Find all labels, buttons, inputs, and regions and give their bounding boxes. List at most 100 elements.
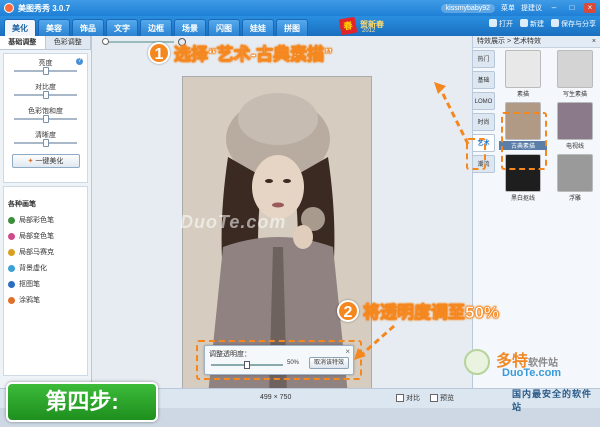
compare-button[interactable]: 对比 [396,393,420,403]
effect-label: 电视线 [565,144,584,150]
effect-category[interactable]: LOMO [473,92,495,110]
annotation-step-2: 2 将透明度调至50% [337,298,499,323]
effect-category[interactable]: 热门 [473,50,495,68]
opacity-value: 50% [287,360,300,366]
opacity-slider-thumb[interactable] [244,361,250,369]
effect-preview [557,50,593,88]
effect-label: 黑白抠线 [510,196,535,202]
menu-link[interactable]: 菜单 [501,3,515,13]
brush-item[interactable]: 涂鸦笔 [8,295,83,305]
magic-wand-icon: ✦ [27,158,34,165]
new-button[interactable]: 新建 [520,19,544,29]
save-share-button[interactable]: 保存与分享 [551,19,596,29]
effect-preview [557,102,593,140]
effect-category[interactable]: 基础 [473,71,495,89]
feedback-link[interactable]: 提建议 [521,3,542,13]
effect-thumbnail[interactable]: 浮雕 [551,154,599,202]
tab-text[interactable]: 文字 [106,19,138,36]
plus-icon [520,19,528,27]
adjust-slider[interactable] [14,139,77,147]
tab-scene[interactable]: 场景 [174,19,206,36]
open-button[interactable]: 打开 [489,19,513,29]
step-badge: 第四步: [6,382,158,422]
annotation-text: 将透明度调至50% [363,303,500,323]
folder-icon [489,19,497,27]
brush-icon [8,216,15,224]
brush-icon [8,296,15,304]
adjust-slider[interactable] [14,67,77,75]
adjust-panel: ? 亮度 对比度 色彩饱和度 清晰度 ✦ 一键美化 [3,53,88,183]
effect-label: 素描 [516,92,529,98]
banner-year: 2012 [362,28,376,34]
title-bar: 美图秀秀 3.0.7 kissmybaby92 菜单 提建议 – □ × [0,0,600,16]
brush-item[interactable]: 局部马赛克 [8,247,83,257]
brush-item[interactable]: 抠图笔 [8,279,83,289]
close-button[interactable]: × [584,3,596,13]
site-logo: 多特软件站 DuoTe.com 国内最安全的软件站 [462,345,596,412]
brush-icon [8,232,15,240]
tab-makeup[interactable]: 美容 [38,19,70,36]
help-icon[interactable]: ? [76,58,83,65]
tab-basic-adjust[interactable]: 基础调整 [0,36,46,49]
brush-icon [8,248,15,256]
arrow-to-dialog [354,324,395,360]
banner-stamp: 春 [338,16,358,36]
tab-color-adjust[interactable]: 色彩调整 [45,36,91,49]
brush-icon [8,264,15,272]
window-title: 美图秀秀 3.0.7 [18,3,71,13]
brush-item[interactable]: 背景虚化 [8,263,83,273]
brush-item[interactable]: 局部变色笔 [8,231,83,241]
effect-thumbnail[interactable]: 电视线 [551,102,599,150]
opacity-dialog: 调整透明度： × 50% 取消该特效 [204,345,354,375]
minimize-button[interactable]: – [548,3,560,13]
effect-preview [505,50,541,88]
slider-thumb[interactable] [42,91,49,99]
left-panel: 基础调整 色彩调整 ? 亮度 对比度 色彩饱和度 清晰度 ✦ 一键美化 各种画笔 局部… [0,36,92,408]
user-account[interactable]: kissmybaby92 [440,3,495,13]
effect-category[interactable]: 时尚 [473,113,495,131]
adjust-slider[interactable] [14,91,77,99]
maximize-button[interactable]: □ [566,3,578,13]
preview-icon [430,394,438,402]
annotation-step-1: 1 选择“艺术-古典素描” [148,40,333,65]
brushes-panel: 各种画笔 局部彩色笔局部变色笔局部马赛克背景虚化抠图笔涂鸦笔 [3,186,88,376]
compare-icon [396,394,404,402]
slider-row: 对比度 [8,82,83,99]
effect-label: 写生素描 [562,92,587,98]
cancel-effect-button[interactable]: 取消该特效 [308,357,349,369]
effects-panel-header: 特效展示 > 艺术特效 × [473,36,600,48]
close-panel-button[interactable]: × [592,36,596,48]
tab-flash[interactable]: 闪图 [208,19,240,36]
save-icon [551,19,559,27]
preview-button[interactable]: 预览 [430,393,454,403]
slider-thumb[interactable] [42,115,49,123]
auto-beautify-button[interactable]: ✦ 一键美化 [11,154,80,168]
image-dimensions: 499 × 750 [260,394,292,401]
watermark: DuoTe.com [180,212,287,232]
brush-item[interactable]: 局部彩色笔 [8,215,83,225]
logo-emblem [464,349,490,375]
annotation-number: 2 [337,299,359,322]
slider-row: 亮度 [8,58,83,75]
brushes-title: 各种画笔 [8,201,36,208]
tab-frame[interactable]: 边框 [140,19,172,36]
effect-highlight-box [501,112,547,170]
effect-preview [557,154,593,192]
tab-doll[interactable]: 娃娃 [242,19,274,36]
annotation-text: 选择“艺术-古典素描” [174,45,333,65]
effect-thumbnail[interactable]: 写生素描 [551,50,599,98]
annotation-number: 1 [148,41,170,64]
slider-thumb[interactable] [42,139,49,147]
effect-thumbnail[interactable]: 素描 [499,50,547,98]
main-tab-bar: 美化 美容 饰品 文字 边框 场景 闪图 娃娃 拼图 春 贺新春 2012 打开… [0,16,600,36]
slider-row: 清晰度 [8,130,83,147]
zoom-slider-thumb[interactable] [102,38,109,45]
tab-beautify[interactable]: 美化 [4,19,36,36]
slider-thumb[interactable] [42,67,49,75]
app-icon [4,3,14,13]
dialog-close-button[interactable]: × [345,347,350,356]
tab-collage[interactable]: 拼图 [276,19,308,36]
opacity-slider[interactable] [211,361,283,369]
adjust-slider[interactable] [14,115,77,123]
tab-accessories[interactable]: 饰品 [72,19,104,36]
